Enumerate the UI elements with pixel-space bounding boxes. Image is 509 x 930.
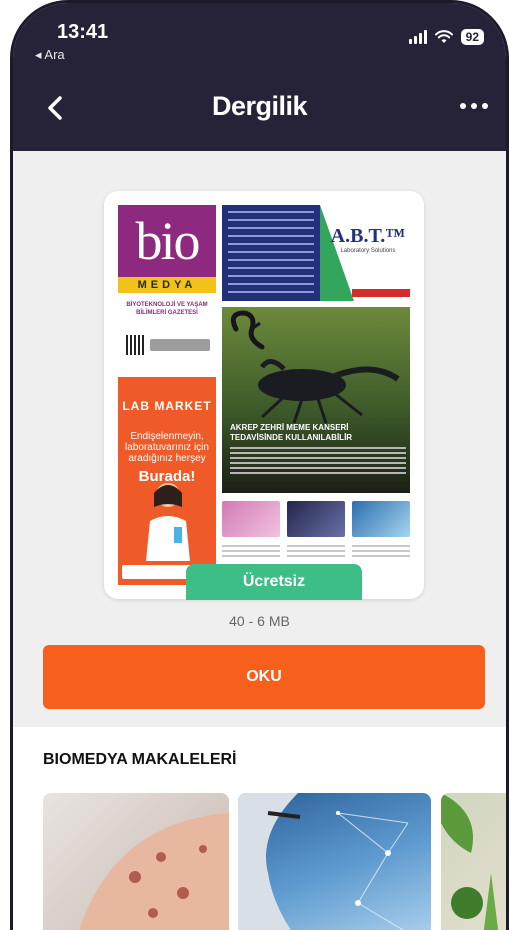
qr-code-icon <box>126 335 146 355</box>
cover-masthead: bio MEDYA BİYOTEKNOLOJİ VE YAŞAM BİLİMLE… <box>118 205 216 365</box>
phone-screen: 13:41 ◂ Ara 92 Dergilik bio MEDYA BİYOTE… <box>10 0 509 930</box>
scorpion-icon <box>230 310 400 424</box>
wifi-icon <box>434 30 453 43</box>
abt-services-list <box>222 205 320 301</box>
article-card[interactable] <box>441 793 506 930</box>
abt-ad: A.B.T.™ Laboratory Solutions <box>222 205 410 301</box>
cover-article-text <box>230 447 406 477</box>
abt-logo: A.B.T.™ Laboratory Solutions <box>330 225 406 254</box>
store-badges <box>150 339 210 351</box>
cover-thumb <box>352 501 410 537</box>
article-card[interactable] <box>238 793 431 930</box>
green-plant-photo-icon <box>441 793 499 930</box>
status-indicators: 92 <box>408 29 484 45</box>
face-network-photo-icon <box>238 793 409 930</box>
cover-article-title: AKREP ZEHRİ MEME KANSERİ TEDAVİSİNDE KUL… <box>230 423 353 442</box>
magazine-cover: bio MEDYA BİYOTEKNOLOJİ VE YAŞAM BİLİMLE… <box>118 205 410 585</box>
cover-thumb <box>287 501 345 537</box>
signal-icon <box>408 30 427 44</box>
masthead-bar: MEDYA <box>118 277 216 293</box>
status-back-to-app[interactable]: ◂ Ara <box>35 47 65 63</box>
abt-footer-bar <box>352 289 410 297</box>
skin-rash-photo-icon <box>79 813 229 930</box>
masthead-logo: bio <box>118 205 216 277</box>
price-tag-free: Ücretsiz <box>186 564 362 600</box>
cover-thumb <box>222 501 280 537</box>
more-options-icon[interactable] <box>460 103 488 109</box>
top-bar: 13:41 ◂ Ara 92 Dergilik <box>13 3 506 151</box>
article-card[interactable] <box>43 793 229 930</box>
lab-market-ad: LAB MARKET Endişelenmeyin, laboratuvarın… <box>118 377 216 585</box>
lab-market-text: Endişelenmeyin, laboratuvarınız için ara… <box>125 431 209 464</box>
lab-market-logo: LAB MARKET <box>122 399 212 413</box>
masthead-subtitle: BİYOTEKNOLOJİ VE YAŞAM BİLİMLERİ GAZETES… <box>126 302 208 316</box>
app-title: Dergilik <box>211 91 308 121</box>
articles-section: BIOMEDYA MAKALELERİ <box>13 727 506 930</box>
read-button[interactable]: OKU <box>43 645 485 709</box>
file-size: 40 - 6 MB <box>229 613 290 629</box>
scientist-illustration-icon <box>146 483 190 561</box>
battery-indicator: 92 <box>460 29 484 45</box>
scorpion-photo: AKREP ZEHRİ MEME KANSERİ TEDAVİSİNDE KUL… <box>222 307 410 493</box>
articles-section-title: BIOMEDYA MAKALELERİ <box>43 751 237 768</box>
status-time: 13:41 <box>57 21 109 43</box>
magazine-cover-card[interactable]: bio MEDYA BİYOTEKNOLOJİ VE YAŞAM BİLİMLE… <box>104 191 424 599</box>
